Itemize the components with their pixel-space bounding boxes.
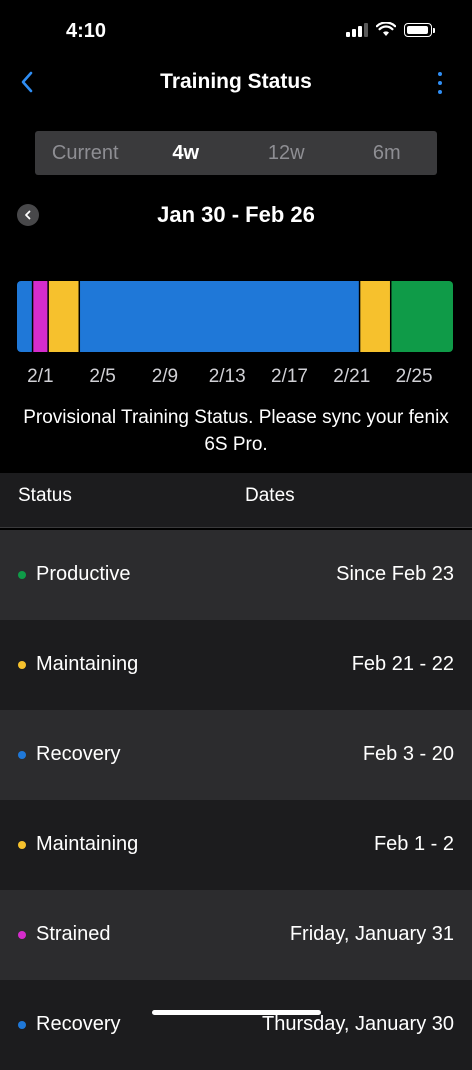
timeline-tick-label: 2/25 — [395, 366, 433, 387]
status-dot-icon — [18, 751, 26, 759]
timeline-tick-label: 2/9 — [151, 366, 179, 387]
timeline-tick-label: 2/21 — [333, 366, 371, 387]
status-dot-icon — [18, 1021, 26, 1029]
status-label: Maintaining — [36, 833, 139, 855]
timeline-tick-label: 2/13 — [208, 366, 246, 387]
status-dates: Feb 1 - 2 — [373, 833, 454, 855]
status-dates: Since Feb 23 — [336, 563, 454, 585]
status-label: Maintaining — [36, 653, 139, 675]
status-row[interactable]: Maintaining Feb 1 - 2 — [0, 800, 472, 890]
status-label: Strained — [36, 923, 111, 945]
status-column-header: Status — [18, 485, 72, 506]
more-icon-dot — [438, 81, 442, 85]
status-bar: 4:10 — [0, 0, 472, 60]
status-dot-icon — [18, 931, 26, 939]
status-time: 4:10 — [66, 20, 107, 42]
navigation-bar: Training Status — [0, 60, 472, 104]
wifi-icon — [376, 22, 396, 36]
timeline-segment-maintaining — [359, 281, 391, 352]
cellular-signal-icon — [346, 22, 368, 37]
segment-4w[interactable]: 4w — [136, 131, 237, 175]
timeline-segment-recovery — [79, 281, 360, 352]
segment-current[interactable]: Current — [35, 131, 136, 175]
timeline-segment-maintaining — [48, 281, 80, 352]
status-row[interactable]: Maintaining Feb 21 - 22 — [0, 620, 472, 710]
status-row[interactable]: Strained Friday, January 31 — [0, 890, 472, 980]
timeline-tick-label: 2/17 — [271, 366, 308, 387]
status-dates: Feb 21 - 22 — [351, 653, 454, 675]
timeline-segment-recovery — [17, 281, 33, 352]
table-header: Status Dates — [0, 473, 472, 528]
sync-notice: Provisional Training Status. Please sync… — [23, 407, 449, 455]
home-indicator — [152, 1010, 321, 1015]
status-row[interactable]: Recovery Thursday, January 30 — [0, 980, 472, 1070]
period-segmented-control: Current 4w 12w 6m — [35, 131, 437, 175]
status-dot-icon — [18, 571, 26, 579]
more-options-button[interactable] — [436, 72, 444, 94]
status-dates: Feb 3 - 20 — [362, 743, 454, 765]
battery-icon — [404, 22, 435, 37]
timeline-axis: 2/1 2/5 2/9 2/13 2/17 2/21 2/25 — [0, 366, 472, 390]
status-label: Recovery — [36, 1013, 121, 1035]
page-title: Training Status — [160, 70, 312, 93]
training-status-timeline — [17, 281, 453, 352]
status-icons — [346, 22, 435, 37]
segment-12w[interactable]: 12w — [236, 131, 337, 175]
status-dates: Thursday, January 30 — [262, 1013, 454, 1035]
date-range-row: Jan 30 - Feb 26 — [0, 198, 472, 234]
status-dot-icon — [18, 841, 26, 849]
segment-6m[interactable]: 6m — [337, 131, 438, 175]
timeline-segment-strained — [32, 281, 49, 352]
status-label: Recovery — [36, 743, 121, 765]
dates-column-header: Dates — [245, 485, 295, 506]
more-icon-dot — [438, 90, 442, 94]
more-icon-dot — [438, 72, 442, 76]
timeline-segment-productive — [390, 281, 453, 352]
status-dates: Friday, January 31 — [289, 923, 454, 945]
status-dot-icon — [18, 661, 26, 669]
date-range-label: Jan 30 - Feb 26 — [157, 202, 315, 227]
status-row[interactable]: Productive Since Feb 23 — [0, 530, 472, 620]
status-row[interactable]: Recovery Feb 3 - 20 — [0, 710, 472, 800]
timeline-tick-label: 2/5 — [89, 366, 116, 387]
timeline-tick-label: 2/1 — [27, 366, 54, 387]
status-label: Productive — [36, 563, 131, 585]
